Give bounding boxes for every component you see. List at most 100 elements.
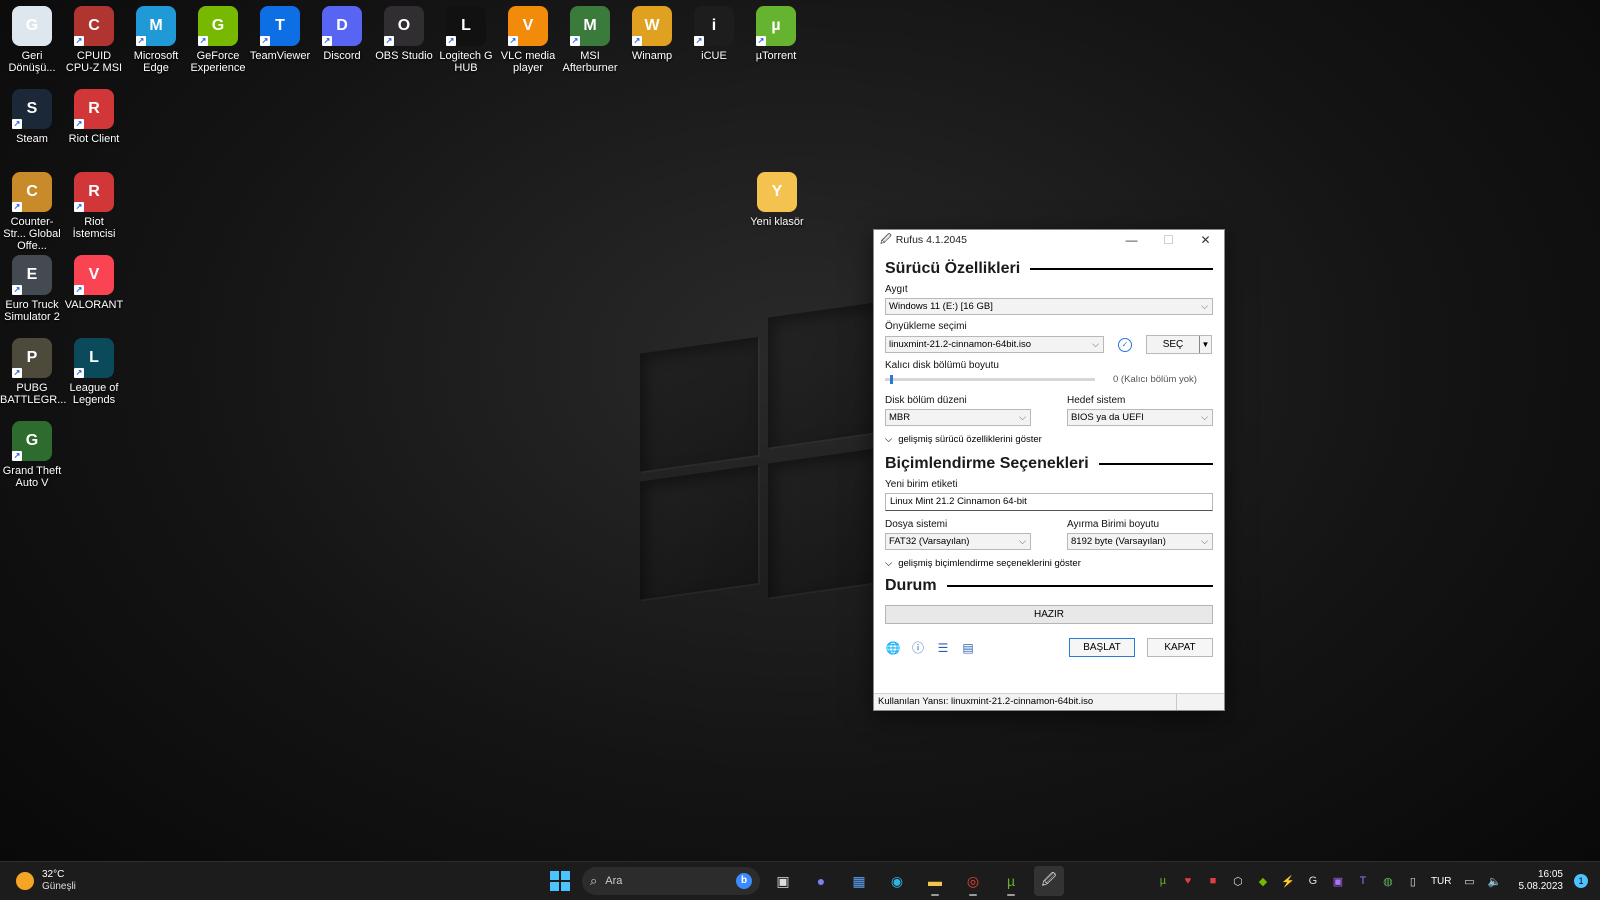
split-arrow-icon[interactable]: ▼ — [1199, 336, 1211, 353]
desktop-icon[interactable]: V ↗ VALORANT — [62, 255, 126, 311]
teams-chat-icon[interactable]: ● — [806, 866, 836, 896]
desktop-icon-label: Riot Client — [68, 133, 120, 145]
desktop-icon[interactable]: µ ↗ µTorrent — [744, 6, 808, 62]
shortcut-arrow-icon: ↗ — [74, 285, 84, 295]
desktop-icon[interactable]: G ↗ GeForce Experience — [186, 6, 250, 74]
desktop-icon[interactable]: Y Yeni klasör — [745, 172, 809, 228]
app-tray-icon[interactable]: ▣ — [1331, 875, 1345, 888]
desktop-icon[interactable]: T ↗ TeamViewer — [248, 6, 312, 62]
chevron-down-icon: ⌵ — [1201, 301, 1208, 311]
cluster-size-value: 8192 byte (Varsayılan) — [1071, 536, 1166, 547]
info-icon[interactable]: ⓘ — [910, 640, 926, 656]
settings-sliders-icon[interactable]: ☰ — [935, 640, 951, 656]
desktop-icon[interactable]: C ↗ CPUID CPU-Z MSI — [62, 6, 126, 74]
task-view-icon[interactable]: ▣ — [768, 866, 798, 896]
close-button[interactable]: KAPAT — [1147, 638, 1213, 657]
winamp-tray-icon[interactable]: ⚡ — [1281, 875, 1295, 888]
shortcut-arrow-icon: ↗ — [260, 36, 270, 46]
usb-tray-icon[interactable]: ▯ — [1406, 875, 1420, 888]
start-button-windows[interactable] — [546, 867, 574, 895]
cluster-size-dropdown[interactable]: 8192 byte (Varsayılan) ⌵ — [1067, 533, 1213, 550]
log-icon[interactable]: ▤ — [960, 640, 976, 656]
chevron-down-icon: ⌵ — [1019, 536, 1026, 546]
desktop-icon-label: Euro Truck Simulator 2 — [4, 299, 60, 323]
desktop-icon[interactable]: G Geri Dönüşü... — [0, 6, 64, 74]
desktop-icon[interactable]: M ↗ Microsoft Edge — [124, 6, 188, 74]
bing-icon[interactable]: b — [736, 873, 752, 889]
select-image-button[interactable]: SEÇ ▼ — [1146, 335, 1212, 354]
desktop-icon[interactable]: C ↗ Counter-Str... Global Offe... — [0, 172, 64, 252]
valorant-icon: V ↗ — [74, 255, 114, 295]
weather-widget[interactable]: 32°C Güneşli — [16, 869, 136, 893]
file-system-value: FAT32 (Varsayılan) — [889, 536, 970, 547]
desktop-icon[interactable]: L ↗ Logitech G HUB — [434, 6, 498, 74]
rufus-window: 🖉 Rufus 4.1.2045 — ☐ ✕ Sürücü Özellikler… — [873, 229, 1225, 711]
nvidia-tray-icon[interactable]: ◆ — [1256, 875, 1270, 888]
device-dropdown[interactable]: Windows 11 (E:) [16 GB] ⌵ — [885, 298, 1213, 315]
clock[interactable]: 16:05 5.08.2023 — [1519, 869, 1564, 893]
shortcut-arrow-icon: ↗ — [74, 119, 84, 129]
desktop-icon[interactable]: R ↗ Riot İstemcisi — [62, 172, 126, 240]
volume-icon[interactable]: 🔈 — [1488, 875, 1502, 888]
file-system-dropdown[interactable]: FAT32 (Varsayılan) ⌵ — [885, 533, 1031, 550]
desktop-icon[interactable]: i ↗ iCUE — [682, 6, 746, 62]
title-bar[interactable]: 🖉 Rufus 4.1.2045 — ☐ ✕ — [874, 230, 1224, 250]
select-button-label: SEÇ — [1162, 339, 1184, 350]
mic-tray-icon[interactable]: ♥ — [1181, 875, 1195, 887]
boot-selection-dropdown[interactable]: linuxmint-21.2-cinnamon-64bit.iso ⌵ — [885, 336, 1104, 353]
utorrent-taskbar-icon[interactable]: µ — [996, 866, 1026, 896]
shortcut-arrow-icon: ↗ — [12, 451, 22, 461]
pubg-icon: P ↗ — [12, 338, 52, 378]
desktop-icon[interactable]: M ↗ MSI Afterburner — [558, 6, 622, 74]
notification-badge[interactable]: 1 — [1574, 874, 1588, 888]
edge-icon: M ↗ — [136, 6, 176, 46]
language-indicator[interactable]: TUR — [1431, 876, 1452, 887]
rufus-app-icon: 🖉 — [880, 233, 892, 246]
icue-tray-icon[interactable]: ⬡ — [1231, 875, 1245, 888]
boot-selection-label: Önyükleme seçimi — [885, 321, 967, 332]
search-placeholder: Ara — [605, 875, 623, 887]
target-system-dropdown[interactable]: BIOS ya da UEFI ⌵ — [1067, 409, 1213, 426]
desktop-icon[interactable]: S ↗ Steam — [0, 89, 64, 145]
start-button[interactable]: BAŞLAT — [1069, 638, 1135, 657]
desktop-icon-label: League of Legends — [69, 382, 119, 406]
verify-checksum-icon[interactable]: ✓ — [1118, 337, 1132, 352]
section-drive-properties: Sürücü Özellikleri — [885, 260, 1213, 278]
edge-taskbar-icon[interactable]: ◉ — [882, 866, 912, 896]
afterburner-tray-icon[interactable]: ◍ — [1381, 875, 1395, 888]
slider-thumb[interactable] — [890, 375, 893, 384]
shortcut-arrow-icon: ↗ — [446, 36, 456, 46]
cluster-size-label: Ayırma Birimi boyutu — [1067, 519, 1160, 530]
desktop-icon[interactable]: V ↗ VLC media player — [496, 6, 560, 74]
volume-label-input[interactable]: Linux Mint 21.2 Cinnamon 64-bit — [885, 493, 1213, 511]
search-icon: ⌕ — [590, 873, 598, 888]
persistent-size-slider[interactable] — [885, 375, 1095, 384]
chrome-icon[interactable]: ◎ — [958, 866, 988, 896]
desktop-icon[interactable]: G ↗ Grand Theft Auto V — [0, 421, 64, 489]
desktop-icon[interactable]: O ↗ OBS Studio — [372, 6, 436, 62]
desktop-icon[interactable]: W ↗ Winamp — [620, 6, 684, 62]
rufus-taskbar-icon[interactable]: 🖉 — [1034, 866, 1064, 896]
utorrent-icon: µ ↗ — [756, 6, 796, 46]
riot-tray-icon[interactable]: ■ — [1206, 875, 1220, 887]
advanced-format-toggle[interactable]: ⌵ gelişmiş biçimlendirme seçeneklerini g… — [885, 558, 1213, 569]
minimize-button[interactable]: — — [1113, 230, 1150, 250]
desktop-icon[interactable]: P ↗ PUBG BATTLEGR... — [0, 338, 66, 406]
desktop-icon-label: Winamp — [631, 50, 673, 62]
taskbar-search[interactable]: ⌕ Ara b — [582, 867, 760, 895]
desktop-icon[interactable]: E ↗ Euro Truck Simulator 2 — [0, 255, 64, 323]
utorrent-tray-icon[interactable]: µ — [1156, 875, 1170, 887]
network-icon[interactable]: ▭ — [1463, 875, 1477, 888]
desktop-icon[interactable]: D ↗ Discord — [310, 6, 374, 62]
vlc-icon: V ↗ — [508, 6, 548, 46]
logitech-tray-icon[interactable]: G — [1306, 875, 1320, 887]
teams-tray-icon[interactable]: T — [1356, 875, 1370, 887]
file-explorer-icon[interactable]: ▬ — [920, 866, 950, 896]
globe-language-icon[interactable]: 🌐 — [885, 640, 901, 656]
advanced-drive-toggle[interactable]: ⌵ gelişmiş sürücü özelliklerini göster — [885, 434, 1213, 445]
partition-scheme-dropdown[interactable]: MBR ⌵ — [885, 409, 1031, 426]
desktop-icon[interactable]: L ↗ League of Legends — [62, 338, 126, 406]
desktop-icon[interactable]: R ↗ Riot Client — [62, 89, 126, 145]
microsoft-store-icon[interactable]: ▦ — [844, 866, 874, 896]
close-window-button[interactable]: ✕ — [1187, 230, 1224, 250]
